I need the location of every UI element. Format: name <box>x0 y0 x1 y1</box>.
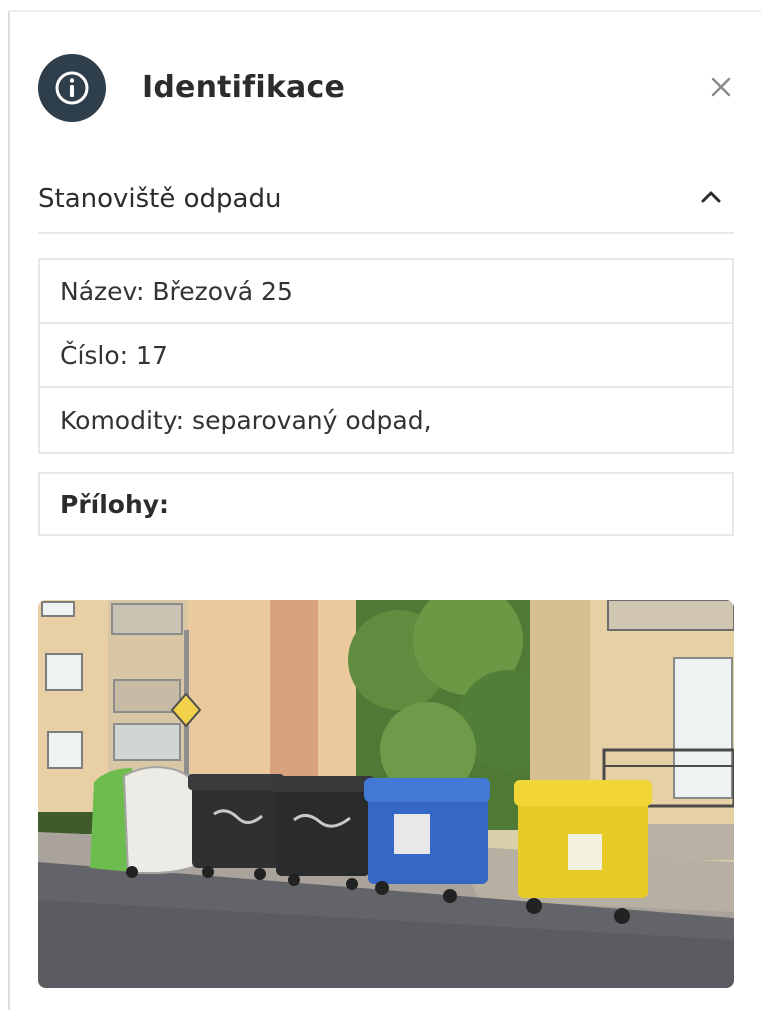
panel-title: Identifikace <box>142 70 346 105</box>
identification-panel: Identifikace Stanoviště odpadu Název: Bř… <box>0 0 761 1010</box>
section-title: Stanoviště odpadu <box>38 184 282 214</box>
panel-left-border <box>8 10 10 1010</box>
attachments-label: Přílohy: <box>60 489 170 519</box>
info-table: Název: Březová 25 Číslo: 17 Komodity: se… <box>38 258 734 454</box>
panel-header: Identifikace <box>38 54 738 122</box>
info-row-commodities: Komodity: separovaný odpad, <box>60 405 432 435</box>
waste-containers-photo[interactable] <box>38 600 734 988</box>
close-button[interactable] <box>704 70 738 104</box>
section-header-waste-site[interactable]: Stanoviště odpadu <box>38 168 734 234</box>
close-icon <box>711 77 731 97</box>
info-circle-icon <box>38 54 106 122</box>
attachments-box: Přílohy: <box>38 472 734 536</box>
photo-illustration <box>38 600 734 988</box>
info-row-number: Číslo: 17 <box>40 324 732 388</box>
collapse-button[interactable] <box>696 182 726 212</box>
chevron-up-icon <box>701 191 721 203</box>
info-row-name: Název: Březová 25 <box>40 260 732 324</box>
panel-top-border <box>8 10 761 12</box>
